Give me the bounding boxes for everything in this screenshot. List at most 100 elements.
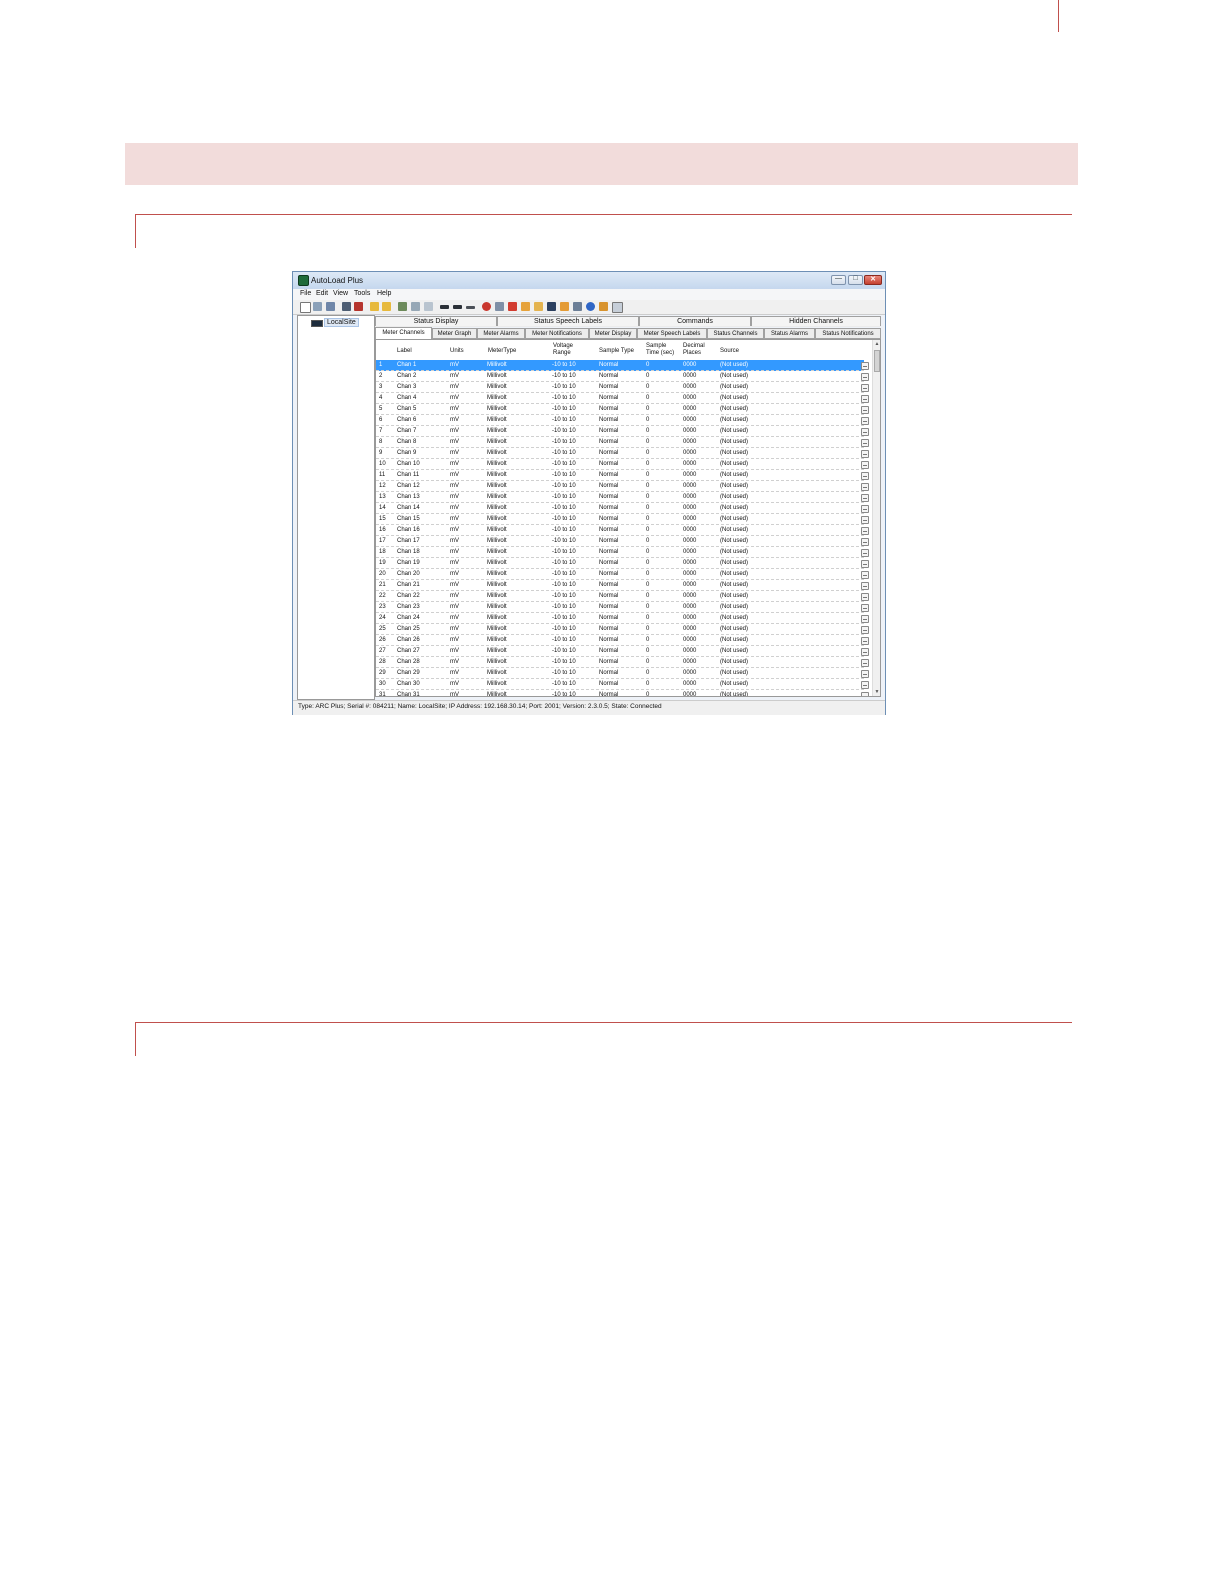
tab-status-display[interactable]: Status Display	[375, 316, 497, 326]
row-edit-icon[interactable]	[861, 494, 869, 502]
table-row[interactable]: 5 Chan 5 mV Millivolt -10 to 10 Normal 0 0000 (N…	[376, 404, 869, 415]
table-row[interactable]: 8 Chan 8 mV Millivolt -10 to 10 Normal 0 0000 (N…	[376, 437, 869, 448]
tab-meter-alarms[interactable]: Meter Alarms	[477, 328, 525, 339]
tab-meter-channels[interactable]: Meter Channels	[375, 327, 432, 339]
tab-status-channels[interactable]: Status Channels	[707, 328, 764, 339]
scroll-down-icon[interactable]: ▼	[873, 688, 880, 696]
row-edit-icon[interactable]	[861, 637, 869, 645]
table-row[interactable]: 14 Chan 14 mV Millivolt -10 to 10 Normal 0 0000…	[376, 503, 869, 514]
clock-icon[interactable]	[586, 302, 595, 311]
users-icon[interactable]	[599, 302, 608, 311]
row-edit-icon[interactable]	[861, 395, 869, 403]
row-edit-icon[interactable]	[861, 450, 869, 458]
upload-icon[interactable]	[398, 302, 407, 311]
tab-status-notifications[interactable]: Status Notifications	[815, 328, 881, 339]
tools-icon[interactable]	[560, 302, 569, 311]
row-edit-icon[interactable]	[861, 571, 869, 579]
row-edit-icon[interactable]	[861, 527, 869, 535]
table-row[interactable]: 26 Chan 26 mV Millivolt -10 to 10 Normal 0 0000…	[376, 635, 869, 646]
row-edit-icon[interactable]	[861, 461, 869, 469]
table-row[interactable]: 18 Chan 18 mV Millivolt -10 to 10 Normal 0 0000…	[376, 547, 869, 558]
download-icon[interactable]	[411, 302, 420, 311]
row-edit-icon[interactable]	[861, 615, 869, 623]
filter-icon[interactable]	[342, 302, 351, 311]
scale-icon[interactable]	[534, 302, 543, 311]
table-row[interactable]: 22 Chan 22 mV Millivolt -10 to 10 Normal 0 0000…	[376, 591, 869, 602]
sync-icon[interactable]	[424, 302, 433, 311]
row-edit-icon[interactable]	[861, 604, 869, 612]
table-row[interactable]: 17 Chan 17 mV Millivolt -10 to 10 Normal 0 0000…	[376, 536, 869, 547]
table-row[interactable]: 27 Chan 27 mV Millivolt -10 to 10 Normal 0 0000…	[376, 646, 869, 657]
tab-meter-notifications[interactable]: Meter Notifications	[525, 328, 589, 339]
link-icon[interactable]	[466, 306, 475, 309]
network-icon[interactable]	[573, 302, 582, 311]
alarm-icon[interactable]	[482, 302, 491, 311]
monitor-icon[interactable]	[547, 302, 556, 311]
vertical-scrollbar[interactable]: ▲ ▼	[872, 340, 880, 696]
chart-icon[interactable]	[508, 302, 517, 311]
table-row[interactable]: 6 Chan 6 mV Millivolt -10 to 10 Normal 0 0000 (N…	[376, 415, 869, 426]
table-row[interactable]: 15 Chan 15 mV Millivolt -10 to 10 Normal 0 0000…	[376, 514, 869, 525]
row-edit-icon[interactable]	[861, 472, 869, 480]
menu-help[interactable]: Help	[377, 290, 391, 297]
table-row[interactable]: 20 Chan 20 mV Millivolt -10 to 10 Normal 0 0000…	[376, 569, 869, 580]
scroll-thumb[interactable]	[874, 350, 880, 372]
table-row[interactable]: 9 Chan 9 mV Millivolt -10 to 10 Normal 0 0000 (N…	[376, 448, 869, 459]
maximize-button[interactable]: □	[848, 275, 863, 285]
tab-hidden-channels[interactable]: Hidden Channels	[751, 316, 881, 326]
table-row[interactable]: 4 Chan 4 mV Millivolt -10 to 10 Normal 0 0000 (N…	[376, 393, 869, 404]
table-row[interactable]: 21 Chan 21 mV Millivolt -10 to 10 Normal 0 0000…	[376, 580, 869, 591]
table-row[interactable]: 31 Chan 31 mV Millivolt -10 to 10 Normal 0 0000…	[376, 690, 869, 696]
table-row[interactable]: 12 Chan 12 mV Millivolt -10 to 10 Normal 0 0000…	[376, 481, 869, 492]
menu-edit[interactable]: Edit	[316, 290, 328, 297]
open-folder-icon[interactable]	[382, 302, 391, 311]
connect-icon[interactable]	[440, 305, 449, 309]
tree-item-localsite[interactable]: LocalSite	[324, 318, 359, 327]
paste-icon[interactable]	[326, 302, 335, 311]
edit-icon[interactable]	[521, 302, 530, 311]
menu-file[interactable]: File	[300, 290, 311, 297]
tab-commands[interactable]: Commands	[639, 316, 751, 326]
copy-icon[interactable]	[313, 302, 322, 311]
row-edit-icon[interactable]	[861, 681, 869, 689]
row-edit-icon[interactable]	[861, 582, 869, 590]
tab-status-alarms[interactable]: Status Alarms	[764, 328, 815, 339]
row-edit-icon[interactable]	[861, 670, 869, 678]
table-row[interactable]: 11 Chan 11 mV Millivolt -10 to 10 Normal 0 0000…	[376, 470, 869, 481]
table-row[interactable]: 30 Chan 30 mV Millivolt -10 to 10 Normal 0 0000…	[376, 679, 869, 690]
table-row[interactable]: 1 Chan 1 mV Millivolt -10 to 10 Normal 0 0000 (N…	[376, 360, 869, 371]
menu-view[interactable]: View	[333, 290, 348, 297]
delete-icon[interactable]	[354, 302, 363, 311]
row-edit-icon[interactable]	[861, 549, 869, 557]
table-row[interactable]: 13 Chan 13 mV Millivolt -10 to 10 Normal 0 0000…	[376, 492, 869, 503]
table-row[interactable]: 2 Chan 2 mV Millivolt -10 to 10 Normal 0 0000 (N…	[376, 371, 869, 382]
row-edit-icon[interactable]	[861, 483, 869, 491]
table-row[interactable]: 19 Chan 19 mV Millivolt -10 to 10 Normal 0 0000…	[376, 558, 869, 569]
calendar-icon[interactable]	[612, 302, 623, 313]
table-row[interactable]: 16 Chan 16 mV Millivolt -10 to 10 Normal 0 0000…	[376, 525, 869, 536]
row-edit-icon[interactable]	[861, 692, 869, 696]
row-edit-icon[interactable]	[861, 538, 869, 546]
table-row[interactable]: 25 Chan 25 mV Millivolt -10 to 10 Normal 0 0000…	[376, 624, 869, 635]
row-edit-icon[interactable]	[861, 417, 869, 425]
row-edit-icon[interactable]	[861, 560, 869, 568]
close-button[interactable]: ✕	[864, 275, 882, 285]
table-row[interactable]: 29 Chan 29 mV Millivolt -10 to 10 Normal 0 0000…	[376, 668, 869, 679]
disconnect-icon[interactable]	[453, 305, 462, 309]
tab-meter-graph[interactable]: Meter Graph	[432, 328, 477, 339]
table-row[interactable]: 23 Chan 23 mV Millivolt -10 to 10 Normal 0 0000…	[376, 602, 869, 613]
row-edit-icon[interactable]	[861, 516, 869, 524]
table-row[interactable]: 24 Chan 24 mV Millivolt -10 to 10 Normal 0 0000…	[376, 613, 869, 624]
menu-tools[interactable]: Tools	[354, 290, 370, 297]
scroll-up-icon[interactable]: ▲	[873, 340, 880, 348]
row-edit-icon[interactable]	[861, 384, 869, 392]
row-edit-icon[interactable]	[861, 593, 869, 601]
row-edit-icon[interactable]	[861, 626, 869, 634]
table-row[interactable]: 3 Chan 3 mV Millivolt -10 to 10 Normal 0 0000 (N…	[376, 382, 869, 393]
table-row[interactable]: 28 Chan 28 mV Millivolt -10 to 10 Normal 0 0000…	[376, 657, 869, 668]
folder-icon[interactable]	[370, 302, 379, 311]
tab-status-speech-labels[interactable]: Status Speech Labels	[497, 316, 639, 326]
row-edit-icon[interactable]	[861, 439, 869, 447]
table-row[interactable]: 7 Chan 7 mV Millivolt -10 to 10 Normal 0 0000 (N…	[376, 426, 869, 437]
row-edit-icon[interactable]	[861, 362, 869, 370]
